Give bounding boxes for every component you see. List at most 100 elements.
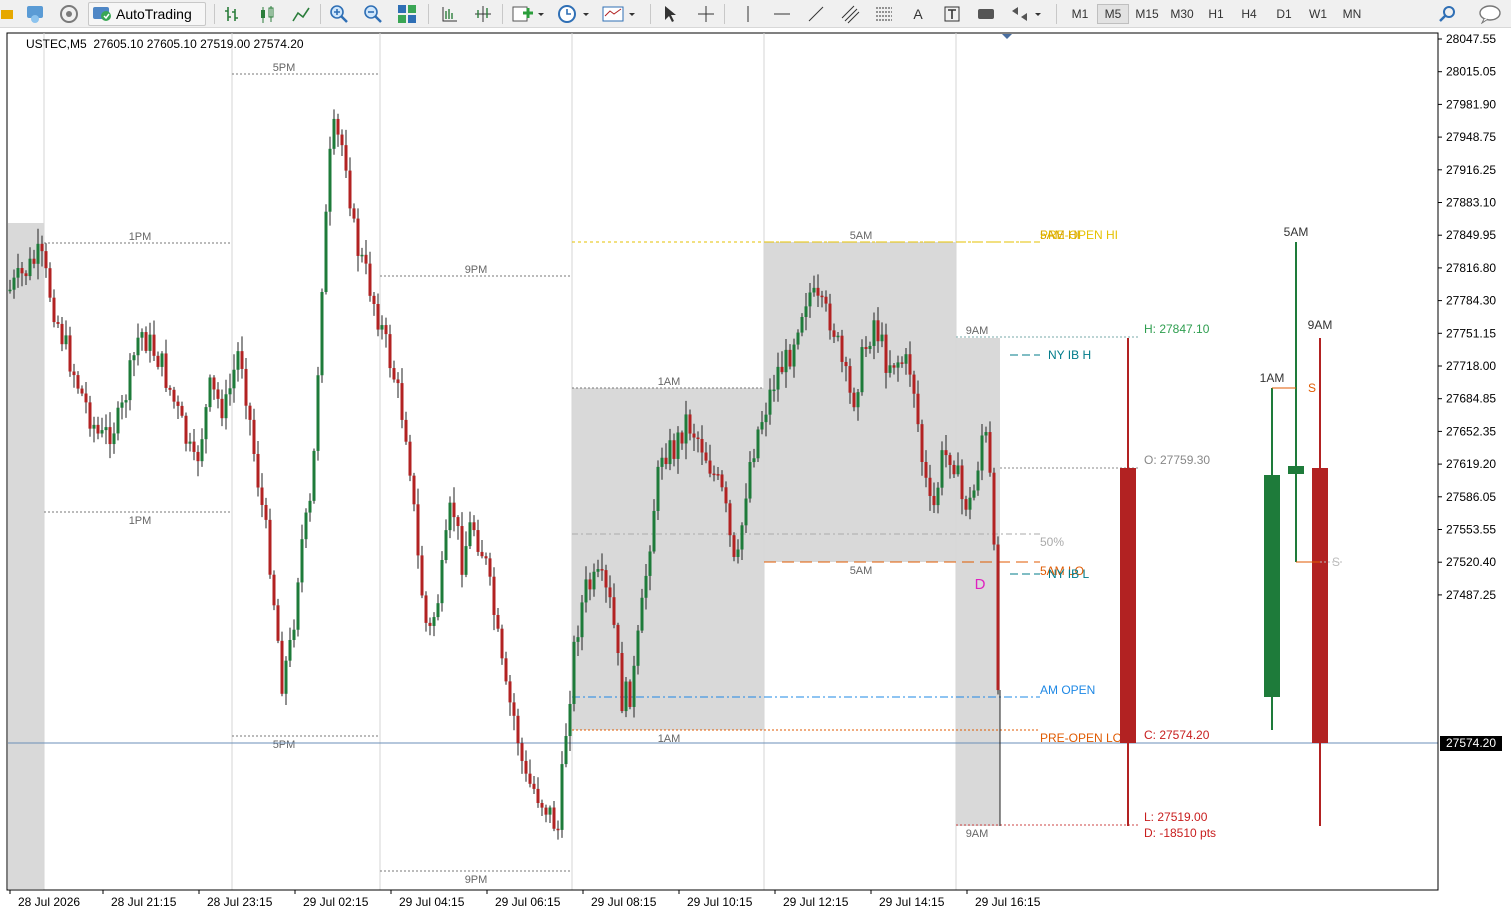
text-label-icon[interactable] — [940, 2, 964, 26]
folder-icon[interactable] — [0, 2, 14, 26]
equidistant-channel-icon[interactable] — [838, 2, 862, 26]
candle-body — [60, 323, 64, 345]
toolbar-separator — [320, 4, 321, 24]
templates-dropdown-icon[interactable] — [600, 2, 640, 26]
candle-body — [356, 218, 360, 256]
candle-body — [144, 332, 148, 351]
timeframe-w1-button[interactable]: W1 — [1302, 4, 1334, 24]
candle-body — [160, 353, 164, 367]
candle-body — [76, 375, 80, 389]
candle-body — [604, 570, 608, 588]
search-icon[interactable] — [1436, 2, 1460, 26]
timeframe-h1-button[interactable]: H1 — [1200, 4, 1232, 24]
candle-body — [804, 306, 808, 317]
candle-body — [860, 347, 864, 393]
price-chart[interactable]: 1PM1PM5PM5PM9PM9PM1AM1AM5AM5AM9AM9AMPRE-… — [0, 28, 1511, 919]
fifty-percent-label: 50% — [1040, 535, 1064, 549]
timeframe-m15-button[interactable]: M15 — [1131, 4, 1163, 24]
candle-body — [404, 419, 408, 442]
candle-body — [880, 334, 884, 342]
candle-body — [968, 497, 972, 510]
timeframe-h4-button[interactable]: H4 — [1233, 4, 1265, 24]
candle-body — [824, 296, 828, 304]
zoom-in-icon[interactable] — [326, 2, 352, 26]
candle-body — [288, 639, 292, 661]
candle-body — [396, 379, 400, 384]
candle-body — [820, 295, 824, 298]
htf-open-label: O: 27759.30 — [1144, 453, 1210, 467]
timeframe-m5-button[interactable]: M5 — [1097, 4, 1129, 24]
candle-body — [472, 522, 476, 531]
bar-chart-icon[interactable] — [220, 2, 246, 26]
candle-body — [900, 362, 904, 364]
candle-body — [24, 273, 28, 277]
timeframe-d1-button[interactable]: D1 — [1268, 4, 1300, 24]
timeframe-m30-button[interactable]: M30 — [1166, 4, 1198, 24]
candle-body — [128, 360, 132, 401]
trendline-icon[interactable] — [804, 2, 828, 26]
zoom-out-icon[interactable] — [360, 2, 386, 26]
candle-body — [260, 487, 264, 505]
candle-body — [296, 582, 300, 630]
session-label-9am-lo: 9AM — [966, 828, 989, 840]
candle-body — [92, 424, 96, 429]
rectangle-icon[interactable] — [974, 2, 998, 26]
time-axis-label: 29 Jul 10:15 — [687, 895, 753, 909]
candle-body — [44, 251, 48, 269]
ny-ib-h-label: NY IB H — [1048, 348, 1091, 362]
candle-body — [480, 551, 484, 557]
candle-body — [660, 457, 664, 467]
htf-close-label: C: 27574.20 — [1144, 728, 1210, 742]
candle-body — [720, 474, 724, 488]
candle-body — [632, 665, 636, 707]
chat-icon[interactable] — [1476, 2, 1506, 26]
toolbar-separator — [214, 4, 215, 24]
periods-dropdown-icon[interactable] — [554, 2, 594, 26]
candle-body — [372, 295, 376, 304]
session-box-1am — [572, 388, 764, 730]
signal-icon[interactable] — [56, 2, 82, 26]
fibonacci-icon[interactable] — [872, 2, 896, 26]
autotrading-button[interactable]: AutoTrading — [88, 2, 206, 26]
candle-body — [564, 736, 568, 765]
candle-body — [936, 487, 940, 506]
session-box-first — [8, 223, 44, 889]
candle-body — [96, 424, 100, 434]
chart-shift-icon[interactable] — [436, 2, 462, 26]
cursor-icon[interactable] — [658, 2, 682, 26]
indicators-dropdown-icon[interactable] — [510, 2, 546, 26]
profiles-icon[interactable] — [22, 2, 48, 26]
candle-body — [636, 630, 640, 666]
htf-range-label: D: -18510 pts — [1144, 826, 1216, 840]
candle-body — [696, 437, 700, 440]
horizontal-line-icon[interactable] — [770, 2, 794, 26]
candle-body — [640, 597, 644, 631]
session-candle-5am-label: 5AM — [1284, 225, 1309, 239]
timeframe-m1-button[interactable]: M1 — [1064, 4, 1096, 24]
time-axis-label: 29 Jul 02:15 — [303, 895, 369, 909]
tile-windows-icon[interactable] — [394, 2, 420, 26]
candle-body — [744, 498, 748, 526]
timeframe-mn-button[interactable]: MN — [1336, 4, 1368, 24]
candle-body — [384, 325, 388, 335]
text-tool-icon[interactable]: A — [906, 2, 930, 26]
candle-body — [408, 441, 412, 476]
candlestick-icon[interactable] — [254, 2, 280, 26]
arrows-dropdown-icon[interactable] — [1008, 2, 1044, 26]
vertical-line-icon[interactable] — [736, 2, 760, 26]
candle-body — [136, 337, 140, 356]
candle-body — [376, 303, 380, 330]
candle-body — [624, 681, 628, 712]
candle-body — [32, 258, 36, 264]
candle-body — [280, 640, 284, 694]
line-chart-icon[interactable] — [288, 2, 314, 26]
crosshair-icon[interactable] — [694, 2, 718, 26]
candle-body — [228, 388, 232, 395]
candle-body — [520, 743, 524, 761]
autoscroll-icon[interactable] — [470, 2, 496, 26]
candle-body — [180, 405, 184, 416]
candle-body — [392, 368, 396, 380]
candle-body — [692, 433, 696, 438]
htf-high-label: H: 27847.10 — [1144, 322, 1210, 336]
candle-body — [876, 320, 880, 342]
